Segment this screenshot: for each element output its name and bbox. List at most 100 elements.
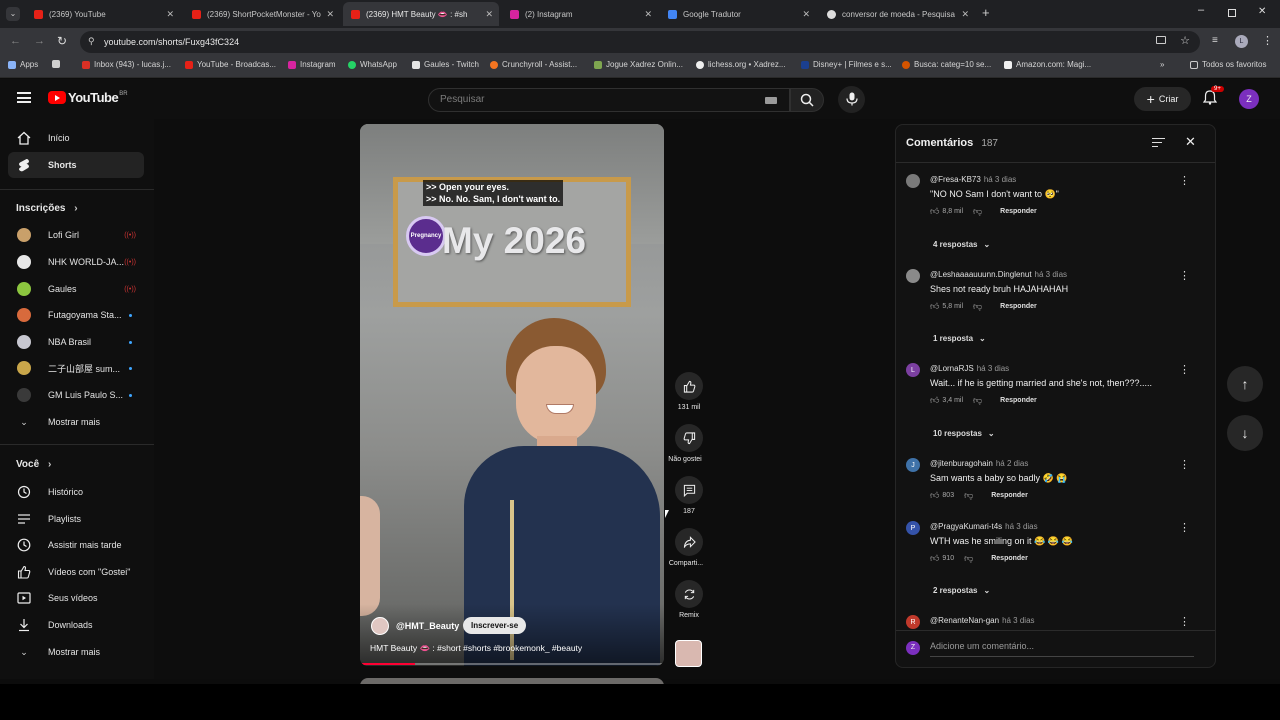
- comment-author[interactable]: @RenanteNan-gan há 3 dias: [930, 616, 1035, 625]
- comment-menu-icon[interactable]: ⋮: [1179, 174, 1190, 187]
- browser-tab[interactable]: (2) Instagram ✕: [502, 2, 658, 26]
- new-tab-button[interactable]: +: [982, 5, 990, 20]
- comment-author[interactable]: @Fresa-KB73 há 3 dias: [930, 175, 1016, 184]
- notifications-button[interactable]: 9+: [1202, 86, 1224, 110]
- bookmark-item[interactable]: WhatsApp: [348, 60, 397, 69]
- bookmark-item[interactable]: Busca: categ=10 se...: [902, 60, 991, 69]
- restore-window-icon[interactable]: [1228, 9, 1236, 17]
- you-heading[interactable]: Você ›: [16, 459, 51, 470]
- thumbs-up-icon[interactable]: 👍︎: [930, 206, 939, 217]
- subscriptions-heading[interactable]: Inscrições ›: [16, 203, 78, 214]
- thumbs-up-icon[interactable]: 👍︎: [930, 395, 939, 406]
- subscription-item[interactable]: NBA Brasil: [8, 329, 144, 355]
- bookmark-item[interactable]: Disney+ | Filmes e s...: [801, 60, 892, 69]
- short-video-player[interactable]: >> Open your eyes. >> No. No. Sam, I don…: [360, 124, 664, 666]
- bookmark-item[interactable]: Crunchyroll - Assist...: [490, 60, 577, 69]
- bookmarks-overflow-icon[interactable]: »: [1160, 60, 1164, 69]
- forward-icon[interactable]: →: [34, 35, 45, 47]
- close-tab-icon[interactable]: ✕: [166, 9, 174, 20]
- subscription-item[interactable]: 二子山部屋 sum...: [8, 355, 144, 381]
- close-tab-icon[interactable]: ✕: [644, 9, 652, 20]
- sidebar-show-more[interactable]: ⌄ Mostrar mais: [8, 409, 144, 435]
- reply-button[interactable]: Responder: [991, 555, 1028, 562]
- browser-tab[interactable]: conversor de moeda - Pesquisa ✕: [819, 2, 975, 26]
- subscription-item[interactable]: GM Luis Paulo S...: [8, 382, 144, 408]
- comment-menu-icon[interactable]: ⋮: [1179, 269, 1190, 282]
- close-window-icon[interactable]: ✕: [1258, 6, 1266, 17]
- comment-author[interactable]: @Leshaaaauuunn.Dinglenut há 3 dias: [930, 270, 1067, 279]
- view-replies-button[interactable]: 2 respostas ⌄: [933, 586, 990, 595]
- thumbs-down-icon[interactable]: 👎︎: [973, 301, 982, 312]
- subscribe-button[interactable]: Inscrever-se: [463, 617, 527, 634]
- search-input[interactable]: Pesquisar: [428, 88, 790, 112]
- bookmark-item[interactable]: Apps: [8, 60, 38, 69]
- reply-button[interactable]: Responder: [991, 492, 1028, 499]
- account-avatar[interactable]: Z: [1239, 89, 1259, 109]
- close-icon[interactable]: ✕: [1185, 134, 1196, 150]
- bookmark-item[interactable]: YouTube - Broadcas...: [185, 60, 276, 69]
- thumbs-up-icon[interactable]: 👍︎: [930, 301, 939, 312]
- commenter-avatar[interactable]: [906, 174, 920, 188]
- sound-thumbnail[interactable]: [675, 640, 702, 667]
- commenter-avatar[interactable]: [906, 269, 920, 283]
- video-caption[interactable]: HMT Beauty 👄 : #short #shorts #brookemon…: [370, 643, 582, 654]
- like-button[interactable]: 131 mil: [674, 372, 704, 411]
- bookmark-item[interactable]: Gaules - Twitch: [412, 60, 479, 69]
- sidebar-item-watch-later[interactable]: Assistir mais tarde: [8, 532, 144, 558]
- commenter-avatar[interactable]: J: [906, 458, 920, 472]
- site-info-icon[interactable]: ⚲: [88, 36, 95, 47]
- close-tab-icon[interactable]: ✕: [802, 9, 810, 20]
- channel-avatar[interactable]: [371, 617, 389, 635]
- reply-button[interactable]: Responder: [1000, 397, 1037, 404]
- sidebar-item-your-videos[interactable]: Seus vídeos: [8, 585, 144, 611]
- thumbs-down-icon[interactable]: 👎︎: [973, 395, 982, 406]
- thumbs-down-icon[interactable]: 👎︎: [964, 490, 973, 501]
- browser-tab-active[interactable]: (2369) HMT Beauty 👄 : #sh ✕: [343, 2, 499, 26]
- dislike-button[interactable]: Não gostei: [668, 424, 704, 463]
- back-icon[interactable]: ←: [10, 35, 21, 47]
- bookmark-item[interactable]: Inbox (943) - lucas.j...: [82, 60, 171, 69]
- view-replies-button[interactable]: 1 resposta ⌄: [933, 334, 986, 343]
- remix-button[interactable]: Remix: [674, 580, 704, 619]
- keyboard-icon[interactable]: [765, 97, 777, 104]
- view-replies-button[interactable]: 4 respostas ⌄: [933, 240, 990, 249]
- channel-name[interactable]: @HMT_Beauty: [396, 621, 459, 631]
- share-button[interactable]: Comparti...: [669, 528, 704, 567]
- browser-tab[interactable]: (2369) YouTube ✕: [26, 2, 180, 26]
- previous-short-button[interactable]: ↑: [1227, 366, 1263, 402]
- sort-icon[interactable]: [1152, 138, 1165, 147]
- bookmark-item[interactable]: lichess.org • Xadrez...: [696, 60, 786, 69]
- comment-menu-icon[interactable]: ⋮: [1179, 521, 1190, 534]
- voice-search-button[interactable]: [838, 86, 865, 113]
- browser-menu-icon[interactable]: ⋮: [1262, 34, 1273, 47]
- browser-tab[interactable]: Google Tradutor ✕: [660, 2, 816, 26]
- comment-menu-icon[interactable]: ⋮: [1179, 363, 1190, 376]
- next-short-button[interactable]: ↓: [1227, 415, 1263, 451]
- youtube-logo[interactable]: YouTube BR: [48, 90, 128, 105]
- sidebar-item-playlists[interactable]: Playlists: [8, 506, 144, 532]
- create-button[interactable]: + Criar: [1134, 87, 1191, 111]
- sidebar-item-downloads[interactable]: Downloads: [8, 612, 144, 638]
- profile-avatar[interactable]: L: [1235, 35, 1248, 48]
- close-tab-icon[interactable]: ✕: [485, 9, 493, 20]
- tab-search-button[interactable]: ⌄: [6, 7, 20, 21]
- minimize-window-icon[interactable]: –: [1198, 4, 1204, 16]
- cast-icon[interactable]: [1156, 36, 1166, 44]
- comment-author[interactable]: @LornaRJS há 3 dias: [930, 364, 1009, 373]
- thumbs-down-icon[interactable]: 👎︎: [964, 553, 973, 564]
- subscription-item[interactable]: Gaules ((•)): [8, 276, 144, 302]
- subscription-item[interactable]: Lofi Girl ((•)): [8, 222, 144, 248]
- bookmark-star-icon[interactable]: ☆: [1180, 34, 1190, 47]
- reply-button[interactable]: Responder: [1000, 303, 1037, 310]
- thumbs-up-icon[interactable]: 👍︎: [930, 490, 939, 501]
- menu-icon[interactable]: [17, 92, 31, 103]
- comments-button[interactable]: 187: [674, 476, 704, 515]
- sidebar-item-history[interactable]: Histórico: [8, 479, 144, 505]
- thumbs-up-icon[interactable]: 👍︎: [930, 553, 939, 564]
- reply-button[interactable]: Responder: [1000, 208, 1037, 215]
- commenter-avatar[interactable]: P: [906, 521, 920, 535]
- add-comment-input[interactable]: Adicione um comentário...: [930, 641, 1194, 657]
- address-bar[interactable]: ⚲ youtube.com/shorts/Fuxg43fC324 ☆: [80, 31, 1200, 53]
- sidebar-item-liked-videos[interactable]: Vídeos com "Gostei": [8, 559, 144, 585]
- close-tab-icon[interactable]: ✕: [961, 9, 969, 20]
